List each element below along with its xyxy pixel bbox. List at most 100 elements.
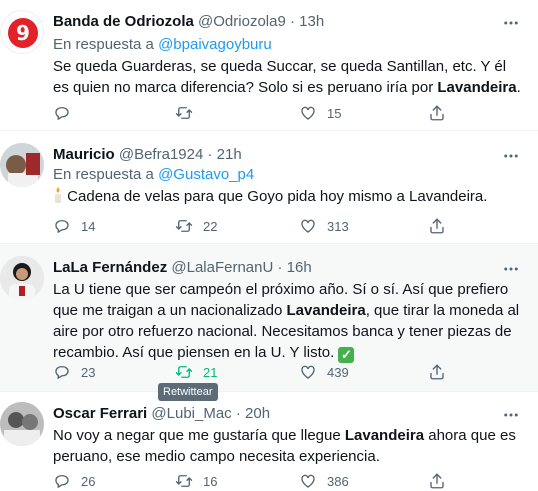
share-button[interactable] <box>428 216 446 236</box>
tweet[interactable]: LaLa Fernández @LalaFernanU · 16h La U t… <box>0 244 538 392</box>
tweet-actions: 23 21 439 <box>53 362 453 382</box>
retweet-button[interactable] <box>175 103 203 123</box>
reply-prefix: En respuesta a <box>53 166 159 183</box>
more-options-icon[interactable] <box>502 260 520 278</box>
like-button[interactable]: 386 <box>299 471 349 491</box>
tweet-text: No voy a negar que me gustaría que llegu… <box>53 425 523 467</box>
retweet-icon <box>175 366 193 378</box>
tweet[interactable]: Mauricio @Befra1924 · 21h En respuesta a… <box>0 131 538 244</box>
retweet-button[interactable]: 21 <box>175 362 217 382</box>
timestamp[interactable]: 16h <box>287 259 312 276</box>
reply-prefix: En respuesta a <box>53 36 159 53</box>
tweet-text: Se queda Guarderas, se queda Succar, se … <box>53 56 523 98</box>
like-count: 439 <box>327 364 349 380</box>
author-name[interactable]: LaLa Fernández <box>53 259 167 276</box>
reply-button[interactable]: 26 <box>53 471 95 491</box>
reply-to-link[interactable]: @Gustavo_p4 <box>158 166 254 183</box>
candle-emoji-icon <box>55 187 61 203</box>
timestamp[interactable]: 21h <box>217 146 242 163</box>
user-photo-icon <box>0 402 44 446</box>
retweet-icon <box>175 107 193 119</box>
text-bold: Lavandeira <box>437 79 517 96</box>
share-icon <box>430 218 444 234</box>
tweet-actions: 15 <box>53 103 453 123</box>
svg-text:9: 9 <box>16 21 30 45</box>
share-icon <box>430 105 444 121</box>
tweet-header: Mauricio @Befra1924 · 21h <box>53 146 242 163</box>
author-handle[interactable]: @Befra1924 <box>119 146 203 163</box>
like-button[interactable]: 439 <box>299 362 349 382</box>
retweet-button[interactable]: 22 <box>175 216 217 236</box>
more-options-icon[interactable] <box>502 147 520 165</box>
separator: · <box>277 259 283 276</box>
reply-icon <box>55 366 69 380</box>
like-button[interactable]: 313 <box>299 216 349 236</box>
text-bold: Lavandeira <box>344 427 425 444</box>
more-options-icon[interactable] <box>502 14 520 32</box>
text-segment: No voy a negar que me gustaría que llegu… <box>53 427 345 444</box>
heart-icon <box>301 365 315 379</box>
avatar[interactable] <box>0 402 44 446</box>
separator: · <box>289 13 295 30</box>
retweet-tooltip: Retwittear <box>158 383 218 401</box>
tweet-actions: 26 16 386 <box>53 471 453 491</box>
author-handle[interactable]: @LalaFernanU <box>171 259 273 276</box>
like-count: 15 <box>327 105 342 121</box>
tweet-text: Cadena de velas para que Goyo pida hoy m… <box>53 186 523 207</box>
retweet-count: 16 <box>203 473 218 489</box>
tweet-header: LaLa Fernández @LalaFernanU · 16h <box>53 259 312 276</box>
retweet-icon <box>175 220 193 232</box>
author-name[interactable]: Banda de Odriozola <box>53 13 194 30</box>
retweet-count: 22 <box>203 218 218 234</box>
tweet-text: La U tiene que ser campeón el próximo añ… <box>53 279 523 363</box>
author-name[interactable]: Mauricio <box>53 146 115 163</box>
reply-context: En respuesta a @Gustavo_p4 <box>53 166 254 183</box>
reply-button[interactable]: 14 <box>53 216 95 236</box>
retweet-button[interactable]: 16 <box>175 471 217 491</box>
more-options-icon[interactable] <box>502 406 520 424</box>
timestamp[interactable]: 20h <box>245 405 270 422</box>
share-icon <box>430 364 444 380</box>
like-count: 386 <box>327 473 349 489</box>
share-icon <box>430 473 444 489</box>
reply-count: 26 <box>81 473 96 489</box>
user-photo-icon <box>0 143 44 187</box>
reply-button[interactable] <box>53 103 81 123</box>
reply-icon <box>55 220 69 234</box>
heart-icon <box>301 474 315 488</box>
reply-context: En respuesta a @bpaivagoyburu <box>53 36 272 53</box>
author-handle[interactable]: @Odriozola9 <box>198 13 286 30</box>
share-button[interactable] <box>428 103 446 123</box>
retweet-count: 21 <box>203 364 218 380</box>
separator: · <box>235 405 241 422</box>
tweet[interactable]: Oscar Ferrari @Lubi_Mac · 20h No voy a n… <box>0 392 538 489</box>
reply-count: 14 <box>81 218 96 234</box>
text-bold: Lavandeira <box>286 302 366 319</box>
user-photo-icon <box>0 256 44 300</box>
reply-icon <box>55 475 69 489</box>
check-mark-emoji-icon: ✓ <box>338 347 355 363</box>
heart-icon <box>301 219 315 233</box>
text-segment: Cadena de velas para que Goyo pida hoy m… <box>67 188 488 205</box>
author-name[interactable]: Oscar Ferrari <box>53 405 147 422</box>
tweet-header: Banda de Odriozola @Odriozola9 · 13h <box>53 13 324 30</box>
avatar[interactable] <box>0 143 44 187</box>
author-handle[interactable]: @Lubi_Mac <box>151 405 231 422</box>
avatar[interactable]: 9 <box>0 10 44 54</box>
team-logo-icon: 9 <box>8 18 38 48</box>
retweet-icon <box>175 475 193 487</box>
separator: · <box>207 146 213 163</box>
timestamp[interactable]: 13h <box>299 13 324 30</box>
reply-button[interactable]: 23 <box>53 362 95 382</box>
like-button[interactable]: 15 <box>299 103 341 123</box>
reply-icon <box>55 107 69 121</box>
share-button[interactable] <box>428 362 446 382</box>
reply-to-link[interactable]: @bpaivagoyburu <box>158 36 272 53</box>
heart-icon <box>301 106 315 120</box>
tweet[interactable]: 9 Banda de Odriozola @Odriozola9 · 13h E… <box>0 0 538 131</box>
avatar[interactable] <box>0 256 44 300</box>
like-count: 313 <box>327 218 349 234</box>
reply-count: 23 <box>81 364 96 380</box>
share-button[interactable] <box>428 471 446 491</box>
tweet-actions: 14 22 313 <box>53 216 453 236</box>
